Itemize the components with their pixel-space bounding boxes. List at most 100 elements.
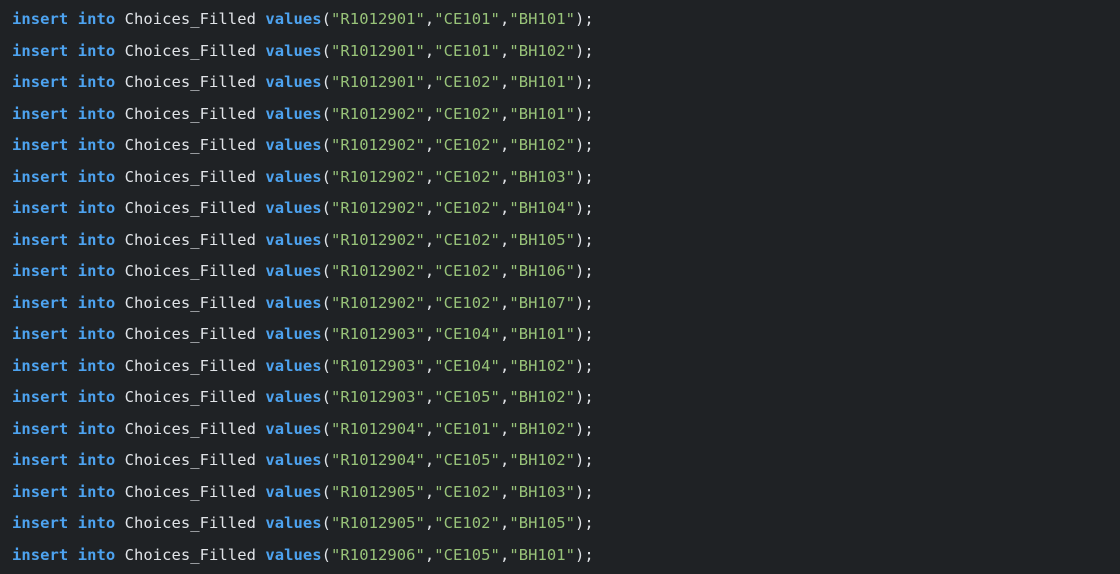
paren-open: ( <box>321 199 332 217</box>
values-function: values <box>265 514 322 532</box>
keyword-insert: insert <box>12 545 69 564</box>
comma: , <box>499 230 510 249</box>
table-name: Choices_Filled <box>124 356 256 375</box>
string-literal: "BH105" <box>509 230 576 249</box>
string-literal: "CE102" <box>434 482 500 501</box>
paren-open: ( <box>321 451 332 469</box>
keyword-into: into <box>77 293 116 312</box>
keyword-insert: insert <box>12 482 69 501</box>
code-line[interactable]: insert into Choices_Filled values("R1012… <box>12 162 1120 194</box>
code-line[interactable]: insert into Choices_Filled values("R1012… <box>12 540 1120 572</box>
comma: , <box>499 356 510 375</box>
comma: , <box>424 451 435 469</box>
code-line[interactable]: insert into Choices_Filled values("R1012… <box>12 477 1120 509</box>
string-literal: "CE104" <box>434 356 500 375</box>
string-literal: "BH101" <box>509 104 576 123</box>
comma: , <box>424 10 435 28</box>
values-function: values <box>265 73 322 91</box>
string-literal: "CE104" <box>434 325 500 343</box>
string-literal: "CE102" <box>434 230 500 249</box>
values-function: values <box>265 419 322 438</box>
paren-close-semicolon: ); <box>575 73 594 91</box>
paren-close-semicolon: ); <box>575 199 594 217</box>
comma: , <box>499 388 510 406</box>
code-line[interactable]: insert into Choices_Filled values("R1012… <box>12 508 1120 540</box>
comma: , <box>424 73 435 91</box>
paren-open: ( <box>321 136 332 154</box>
table-name: Choices_Filled <box>124 293 256 312</box>
code-line[interactable]: insert into Choices_Filled values("R1012… <box>12 288 1120 320</box>
table-name: Choices_Filled <box>124 104 256 123</box>
code-line[interactable]: insert into Choices_Filled values("R1012… <box>12 414 1120 446</box>
table-name: Choices_Filled <box>124 10 256 28</box>
code-editor[interactable]: insert into Choices_Filled values("R1012… <box>0 0 1120 574</box>
keyword-insert: insert <box>12 388 69 406</box>
string-literal: "R1012903" <box>331 356 425 375</box>
string-literal: "R1012904" <box>331 451 425 469</box>
paren-close-semicolon: ); <box>575 136 594 154</box>
paren-close-semicolon: ); <box>575 41 594 60</box>
paren-open: ( <box>321 73 332 91</box>
comma: , <box>499 10 510 28</box>
paren-close-semicolon: ); <box>575 514 594 532</box>
paren-open: ( <box>321 356 332 375</box>
code-line[interactable]: insert into Choices_Filled values("R1012… <box>12 319 1120 351</box>
paren-close-semicolon: ); <box>575 262 594 280</box>
code-line[interactable]: insert into Choices_Filled values("R1012… <box>12 351 1120 383</box>
table-name: Choices_Filled <box>124 262 256 280</box>
keyword-into: into <box>77 451 116 469</box>
string-literal: "BH101" <box>509 10 576 28</box>
code-line[interactable]: insert into Choices_Filled values("R1012… <box>12 99 1120 131</box>
keyword-into: into <box>77 356 116 375</box>
code-line[interactable]: insert into Choices_Filled values("R1012… <box>12 256 1120 288</box>
code-line[interactable]: insert into Choices_Filled values("R1012… <box>12 36 1120 68</box>
paren-open: ( <box>321 293 332 312</box>
paren-open: ( <box>321 388 332 406</box>
comma: , <box>499 545 510 564</box>
keyword-into: into <box>77 482 116 501</box>
comma: , <box>499 262 510 280</box>
comma: , <box>424 419 435 438</box>
comma: , <box>499 136 510 154</box>
table-name: Choices_Filled <box>124 199 256 217</box>
keyword-insert: insert <box>12 356 69 375</box>
string-literal: "CE102" <box>434 104 500 123</box>
table-name: Choices_Filled <box>124 419 256 438</box>
code-line[interactable]: insert into Choices_Filled values("R1012… <box>12 225 1120 257</box>
comma: , <box>424 325 435 343</box>
values-function: values <box>265 10 322 28</box>
code-line[interactable]: insert into Choices_Filled values("R1012… <box>12 130 1120 162</box>
paren-close-semicolon: ); <box>575 167 594 186</box>
values-function: values <box>265 451 322 469</box>
paren-open: ( <box>321 230 332 249</box>
code-line[interactable]: insert into Choices_Filled values("R1012… <box>12 4 1120 36</box>
table-name: Choices_Filled <box>124 451 256 469</box>
keyword-into: into <box>77 388 116 406</box>
string-literal: "R1012902" <box>331 199 425 217</box>
paren-close-semicolon: ); <box>575 10 594 28</box>
comma: , <box>499 514 510 532</box>
comma: , <box>499 419 510 438</box>
string-literal: "BH103" <box>509 167 576 186</box>
code-line[interactable]: insert into Choices_Filled values("R1012… <box>12 445 1120 477</box>
string-literal: "R1012903" <box>331 325 425 343</box>
string-literal: "R1012903" <box>331 388 425 406</box>
keyword-insert: insert <box>12 230 69 249</box>
keyword-into: into <box>77 514 116 532</box>
comma: , <box>499 199 510 217</box>
keyword-insert: insert <box>12 136 69 154</box>
comma: , <box>424 104 435 123</box>
comma: , <box>499 73 510 91</box>
code-line[interactable]: insert into Choices_Filled values("R1012… <box>12 382 1120 414</box>
values-function: values <box>265 167 322 186</box>
keyword-insert: insert <box>12 41 69 60</box>
table-name: Choices_Filled <box>124 388 256 406</box>
keyword-into: into <box>77 136 116 154</box>
code-line[interactable]: insert into Choices_Filled values("R1012… <box>12 193 1120 225</box>
string-literal: "BH102" <box>509 451 576 469</box>
keyword-into: into <box>77 104 116 123</box>
comma: , <box>424 199 435 217</box>
comma: , <box>424 545 435 564</box>
code-line[interactable]: insert into Choices_Filled values("R1012… <box>12 67 1120 99</box>
string-literal: "BH102" <box>509 388 576 406</box>
